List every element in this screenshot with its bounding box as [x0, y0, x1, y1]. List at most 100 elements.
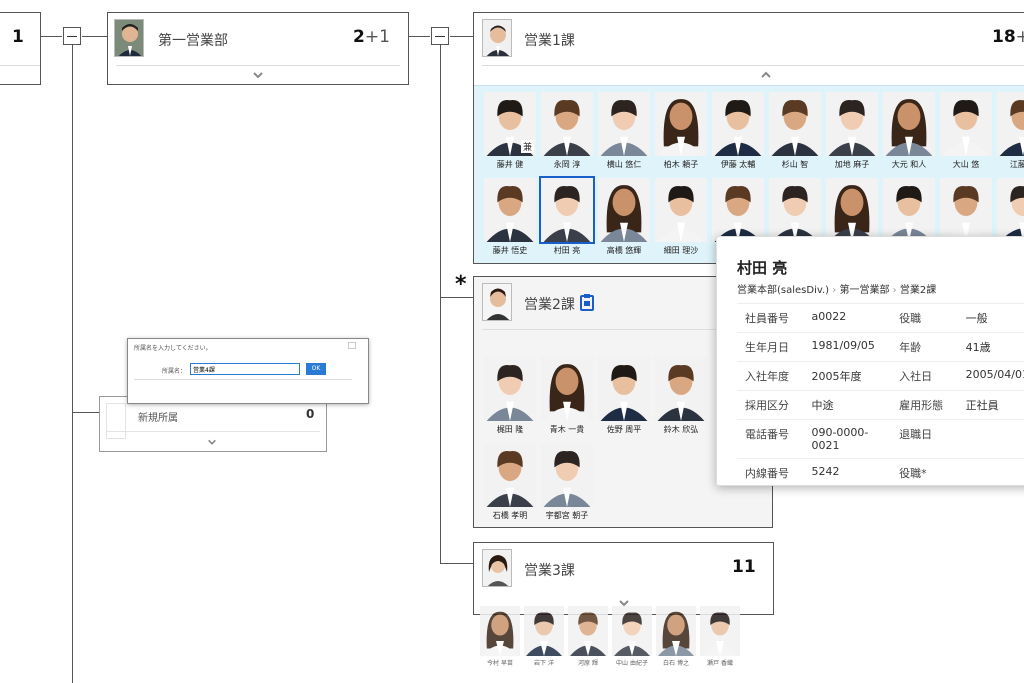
chevron-down-icon[interactable]: [207, 437, 217, 447]
profile-value: 一般: [957, 303, 1024, 333]
profile-key: 入社年度: [737, 361, 804, 391]
member-card[interactable]: 大山 悠: [940, 92, 992, 174]
member-photo: [598, 357, 650, 421]
member-card[interactable]: 伊藤 太輔: [712, 92, 764, 174]
profile-value: 正社員: [957, 390, 1024, 420]
profile-key: 電話番号: [737, 419, 804, 459]
member-count: 18+: [992, 27, 1024, 47]
member-card[interactable]: 梶田 隆: [484, 357, 536, 439]
member-card[interactable]: 石橋 孝明: [484, 443, 536, 525]
department-card[interactable]: 第一営業部 2+1: [107, 12, 409, 85]
breadcrumb-item[interactable]: 営業2課: [900, 285, 936, 296]
profile-row: 生年月日 1981/09/05 年齢 41歳: [737, 332, 1024, 362]
member-card[interactable]: 細田 理沙: [655, 178, 707, 260]
member-card[interactable]: 中山 由紀子: [612, 606, 652, 668]
member-card[interactable]: 杉山 智: [769, 92, 821, 174]
section-card-sales3[interactable]: 営業3課 11: [473, 542, 774, 615]
member-card[interactable]: 鈴木 欣弘: [655, 357, 707, 439]
collapse-toggle-button[interactable]: [63, 27, 81, 45]
member-photo: [712, 178, 764, 242]
member-card[interactable]: 宇都宮 朝子: [541, 443, 593, 525]
member-photo: [524, 606, 564, 656]
horizontal-scrollbar[interactable]: [134, 379, 352, 385]
tree-line: [72, 412, 102, 413]
ok-button[interactable]: OK: [306, 363, 326, 375]
parent-org-card[interactable]: 1: [0, 12, 41, 85]
profile-value: 2005/04/01: [957, 361, 1024, 391]
avatar: [482, 549, 512, 587]
card-divider: [106, 431, 320, 432]
member-card[interactable]: 高橋 悠輝: [598, 178, 650, 260]
profile-row: 入社年度 2005年度 入社日 2005/04/01: [737, 361, 1024, 391]
breadcrumb-item[interactable]: 営業本部(salesDiv.): [737, 285, 829, 296]
tree-line: [450, 36, 474, 37]
chevron-up-icon[interactable]: [760, 69, 772, 81]
profile-key: 内線番号: [737, 458, 804, 487]
avatar-placeholder: [106, 403, 126, 439]
section-card-sales1[interactable]: 営業1課 18+ 兼藤井 健永岡 淳横山 悠仁柏木 頼子伊藤 太輔杉山 智加地 …: [473, 12, 1024, 264]
new-department-card[interactable]: 新規所属 0: [99, 396, 327, 452]
dialog-field-label: 所属名：: [162, 368, 187, 375]
avatar: [482, 283, 512, 321]
profile-row: 社員番号 a0022 役職 一般: [737, 303, 1024, 333]
member-card[interactable]: 永岡 淳: [541, 92, 593, 174]
member-card[interactable]: 兼藤井 健: [484, 92, 536, 174]
member-photo: [612, 606, 652, 656]
profile-row: 電話番号 090-0000-0021 退職日: [737, 419, 1024, 459]
member-photo: [655, 92, 707, 156]
member-card[interactable]: 横山 悠仁: [598, 92, 650, 174]
member-photo: [769, 178, 821, 242]
member-card[interactable]: 瀬戸 香織: [700, 606, 740, 668]
member-photo: [826, 92, 878, 156]
member-photo: [484, 178, 536, 242]
chevron-down-icon[interactable]: [252, 69, 264, 81]
department-name: 第一営業部: [158, 33, 228, 49]
profile-key: 社員番号: [737, 303, 804, 333]
member-card[interactable]: 村田 亮: [539, 176, 595, 260]
member-card[interactable]: 今村 早苗: [480, 606, 520, 668]
member-name: 高橋 悠輝: [606, 246, 642, 255]
member-name: 藤井 健: [496, 160, 524, 169]
concurrent-badge: 兼: [520, 140, 534, 153]
member-card[interactable]: 青木 一貴: [541, 357, 593, 439]
section-name: 営業1課: [524, 33, 575, 49]
tree-line: [440, 44, 441, 564]
member-photo: [568, 606, 608, 656]
collapse-toggle-button[interactable]: [431, 27, 449, 45]
member-count: 1: [12, 27, 24, 47]
profile-key: 退職日: [891, 419, 958, 459]
member-name: 大元 和人: [891, 160, 927, 169]
member-card[interactable]: 藤井 悟史: [484, 178, 536, 260]
member-name: 細田 理沙: [663, 246, 699, 255]
profile-value: 中途: [803, 390, 892, 420]
member-card[interactable]: 岩下 洋: [524, 606, 564, 668]
profile-table: 社員番号 a0022 役職 一般 生年月日 1981/09/05 年齢 41歳 入社年度 2005…: [737, 303, 1024, 487]
tree-line: [408, 36, 430, 37]
profile-value: 1981/09/05: [803, 332, 892, 362]
member-card[interactable]: 河原 輝: [568, 606, 608, 668]
breadcrumb-item[interactable]: 第一営業部: [839, 285, 889, 296]
profile-value: 090-0000-0021: [803, 419, 892, 459]
member-photo: [883, 92, 935, 156]
member-card[interactable]: 柏木 頼子: [655, 92, 707, 174]
member-card[interactable]: 佐野 周平: [598, 357, 650, 439]
member-name: 宇都宮 朝子: [545, 511, 589, 520]
profile-row: 内線番号 5242 役職*: [737, 458, 1024, 487]
member-name: 杉山 智: [781, 160, 809, 169]
department-name-input[interactable]: [190, 363, 300, 375]
member-photo: [940, 92, 992, 156]
member-name: 鈴木 欣弘: [663, 425, 699, 434]
clipboard-icon[interactable]: [580, 293, 594, 311]
member-card[interactable]: 江藤 ...: [997, 92, 1024, 174]
card-divider: [116, 65, 400, 66]
member-name: 白石 博之: [663, 660, 689, 667]
department-name: 新規所属: [138, 413, 178, 424]
dialog-scroll-up[interactable]: [348, 342, 356, 349]
member-photo: [769, 92, 821, 156]
member-card[interactable]: 加地 麻子: [826, 92, 878, 174]
member-name: 河原 輝: [578, 660, 598, 667]
member-photo: [656, 606, 696, 656]
member-card[interactable]: 白石 博之: [656, 606, 696, 668]
member-card[interactable]: 大元 和人: [883, 92, 935, 174]
member-name: 村田 亮: [553, 246, 581, 255]
